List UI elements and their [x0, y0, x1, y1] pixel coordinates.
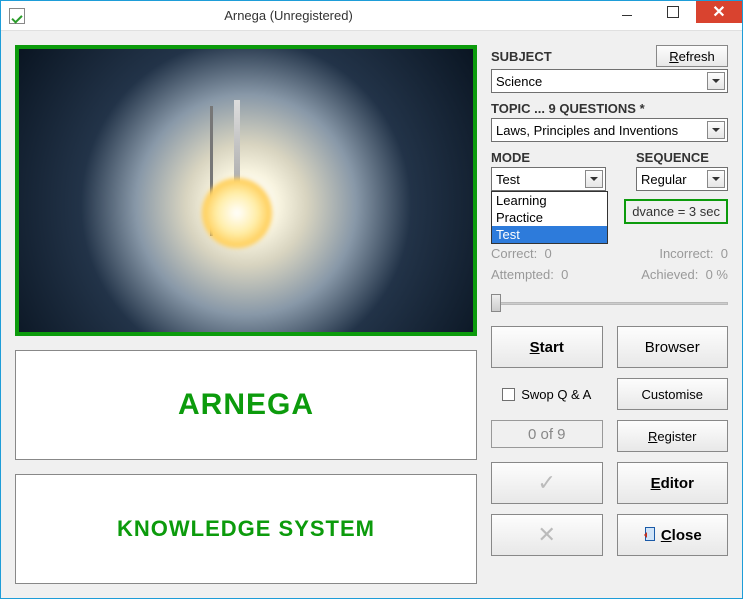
- accept-button[interactable]: ✓: [491, 462, 603, 504]
- attempted-label: Attempted:: [491, 267, 554, 282]
- mode-dropdown-list: Learning Practice Test: [491, 191, 608, 244]
- window-close-button[interactable]: [696, 1, 742, 23]
- correct-label: Correct:: [491, 246, 537, 261]
- mode-label: MODE: [491, 150, 606, 165]
- close-button[interactable]: Close: [617, 514, 729, 556]
- correct-value: 0: [544, 246, 551, 261]
- sequence-label: SEQUENCE: [636, 150, 709, 165]
- title-panel-1: ARNEGA: [15, 350, 477, 460]
- titlebar: Arnega (Unregistered): [1, 1, 742, 31]
- subject-select[interactable]: Science: [491, 69, 728, 93]
- topic-image: [15, 45, 477, 336]
- button-grid: Start Browser Swop Q & A Customise 0 of …: [491, 326, 728, 556]
- stats-row-2: Attempted: 0 Achieved: 0 %: [491, 267, 728, 282]
- left-column: ARNEGA KNOWLEDGE SYSTEM: [15, 45, 477, 584]
- mode-option-test[interactable]: Test: [492, 226, 607, 243]
- refresh-button[interactable]: Refresh: [656, 45, 728, 67]
- chevron-down-icon: [585, 170, 603, 188]
- mode-select[interactable]: Test: [491, 167, 606, 191]
- topic-value: Laws, Principles and Inventions: [496, 123, 707, 138]
- subject-value: Science: [496, 74, 707, 89]
- topic-select[interactable]: Laws, Principles and Inventions: [491, 118, 728, 142]
- mode-option-learning[interactable]: Learning: [492, 192, 607, 209]
- achieved-label: Achieved:: [641, 267, 698, 282]
- content-area: ARNEGA KNOWLEDGE SYSTEM SUBJECT Refresh …: [1, 31, 742, 598]
- door-icon: [643, 527, 657, 543]
- app-window: Arnega (Unregistered) ARNEGA KNOWLEDGE S…: [0, 0, 743, 599]
- customise-button[interactable]: Customise: [617, 378, 729, 410]
- question-counter: 0 of 9: [491, 420, 603, 448]
- window-title: Arnega (Unregistered): [33, 8, 604, 23]
- incorrect-label: Incorrect:: [659, 246, 713, 261]
- topic-label: TOPIC ... 9 QUESTIONS *: [491, 101, 728, 116]
- swop-checkbox[interactable]: Swop Q & A: [491, 378, 603, 410]
- attempted-value: 0: [561, 267, 568, 282]
- sequence-select[interactable]: Regular: [636, 167, 728, 191]
- app-title: ARNEGA: [178, 388, 314, 422]
- right-column: SUBJECT Refresh Science TOPIC ... 9 QUES…: [491, 45, 728, 584]
- mode-value: Test: [496, 172, 585, 187]
- chevron-down-icon: [707, 72, 725, 90]
- achieved-value: 0 %: [706, 267, 728, 282]
- swop-label: Swop Q & A: [521, 387, 591, 402]
- incorrect-value: 0: [721, 246, 728, 261]
- app-subtitle: KNOWLEDGE SYSTEM: [117, 516, 375, 542]
- maximize-button[interactable]: [650, 1, 696, 23]
- mode-option-practice[interactable]: Practice: [492, 209, 607, 226]
- chevron-down-icon: [707, 121, 725, 139]
- browser-button[interactable]: Browser: [617, 326, 729, 368]
- cross-icon: ✕: [538, 522, 556, 548]
- register-button[interactable]: Register: [617, 420, 729, 452]
- slider-thumb[interactable]: [491, 294, 501, 312]
- editor-button[interactable]: Editor: [617, 462, 729, 504]
- check-icon: ✓: [538, 470, 556, 496]
- advance-timer-box: dvance = 3 sec: [624, 199, 728, 224]
- title-panel-2: KNOWLEDGE SYSTEM: [15, 474, 477, 584]
- checkbox-box: [502, 388, 515, 401]
- reject-button[interactable]: ✕: [491, 514, 603, 556]
- window-controls: [604, 1, 742, 30]
- app-icon: [9, 8, 25, 24]
- stats-row-1: Correct: 0 Incorrect: 0: [491, 246, 728, 261]
- progress-slider[interactable]: [491, 292, 728, 314]
- sequence-value: Regular: [641, 172, 707, 187]
- subject-label: SUBJECT: [491, 49, 552, 64]
- start-button[interactable]: Start: [491, 326, 603, 368]
- minimize-button[interactable]: [604, 1, 650, 23]
- advance-text: dvance = 3 sec: [632, 204, 720, 219]
- chevron-down-icon: [707, 170, 725, 188]
